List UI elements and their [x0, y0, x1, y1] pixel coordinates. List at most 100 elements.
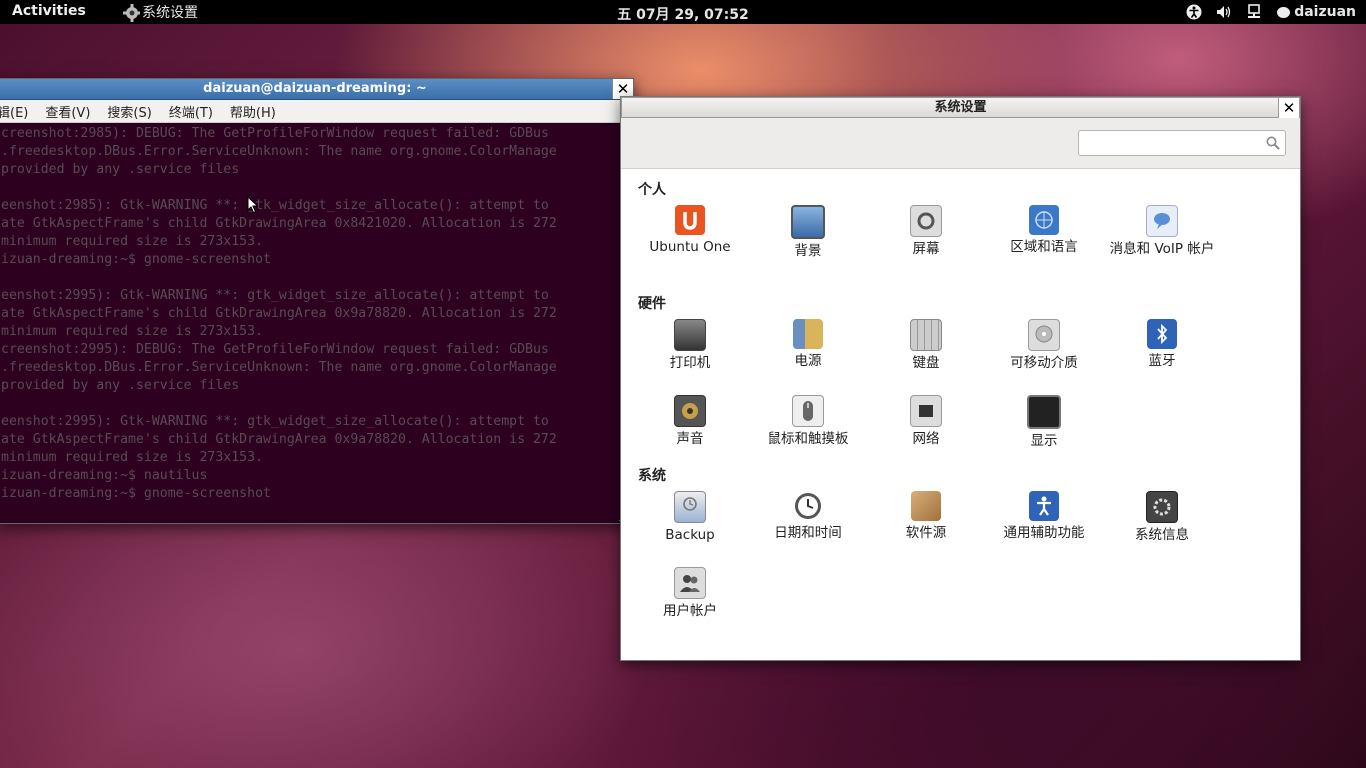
item-power[interactable]: 电源	[749, 319, 867, 370]
terminal-line: .freedesktop.DBus.Error.ServiceUnknown: …	[1, 360, 557, 375]
item-label: 电源	[794, 353, 822, 369]
item-date-time[interactable]: 日期和时间	[749, 491, 867, 542]
terminal-line: minimum required size is 273x153.	[1, 324, 264, 339]
terminal-line: .freedesktop.DBus.Error.ServiceUnknown: …	[1, 144, 557, 159]
settings-title: 系统设置	[934, 100, 987, 115]
terminal-line: ate GtkAspectFrame's child GtkDrawingAre…	[1, 216, 557, 231]
terminal-titlebar[interactable]: daizuan@daizuan-dreaming: ~ ✕	[0, 79, 633, 100]
app-menu-label: 系统设置	[142, 5, 198, 21]
item-label: 日期和时间	[774, 525, 842, 541]
menu-help[interactable]: 帮助(H)	[230, 102, 276, 121]
region-language-icon	[1029, 205, 1059, 235]
item-display[interactable]: 显示	[985, 395, 1103, 450]
item-ubuntu-one[interactable]: Ubuntu One	[631, 205, 749, 256]
section-hardware-title: 硬件	[638, 296, 666, 312]
item-label: 显示	[1030, 433, 1058, 449]
item-screen[interactable]: 屏幕	[867, 205, 985, 258]
menu-search[interactable]: 搜索(S)	[107, 102, 151, 121]
item-mouse-touchpad[interactable]: 鼠标和触摸板	[749, 395, 867, 448]
settings-close-button[interactable]: ✕	[1278, 97, 1300, 119]
search-input[interactable]	[1078, 130, 1286, 156]
terminal-line: izuan-dreaming:~$ gnome-screenshot	[1, 486, 271, 501]
item-network[interactable]: 网络	[867, 395, 985, 448]
settings-gear-icon	[123, 4, 140, 22]
item-region-language[interactable]: 区域和语言	[985, 205, 1103, 256]
terminal-window[interactable]: daizuan@daizuan-dreaming: ~ ✕ 辑(E) 查看(V)…	[0, 78, 634, 524]
item-label: 屏幕	[912, 241, 940, 257]
printer-icon	[674, 319, 706, 351]
item-label: 声音	[676, 431, 704, 447]
messaging-icon	[1146, 205, 1178, 237]
item-backup[interactable]: Backup	[631, 491, 749, 544]
settings-toolbar	[621, 118, 1300, 169]
user-name: daizuan	[1294, 4, 1356, 20]
software-sources-icon	[911, 491, 941, 521]
volume-icon[interactable]	[1209, 0, 1239, 24]
power-icon	[793, 319, 823, 349]
item-universal-access[interactable]: 通用辅助功能	[985, 491, 1103, 542]
item-keyboard[interactable]: 键盘	[867, 319, 985, 372]
keyboard-icon	[910, 319, 942, 351]
terminal-line: minimum required size is 273x153.	[1, 234, 264, 249]
section-system-title: 系统	[638, 468, 666, 484]
terminal-line: izuan-dreaming:~$ gnome-screenshot	[1, 252, 271, 267]
user-accounts-icon	[674, 567, 706, 599]
item-label: Ubuntu One	[649, 239, 731, 255]
clock[interactable]: 五 07月 29, 07:52	[617, 7, 748, 23]
item-software-sources[interactable]: 软件源	[867, 491, 985, 542]
item-label: 网络	[912, 431, 940, 447]
item-sound[interactable]: 声音	[631, 395, 749, 448]
item-printer[interactable]: 打印机	[631, 319, 749, 372]
terminal-line: ate GtkAspectFrame's child GtkDrawingAre…	[1, 306, 557, 321]
terminal-line: minimum required size is 273x153.	[1, 450, 264, 465]
terminal-line: eenshot:2985): Gtk-WARNING **: gtk_widge…	[1, 198, 549, 213]
network-icon[interactable]	[1239, 0, 1269, 24]
system-settings-window[interactable]: 系统设置 ✕ 个人 硬件 系统 Ubuntu One 背景 屏幕 区域和语言 消…	[620, 96, 1301, 661]
mouse-icon	[792, 395, 824, 427]
item-background[interactable]: 背景	[749, 205, 867, 260]
terminal-line: eenshot:2995): Gtk-WARNING **: gtk_widge…	[1, 414, 549, 429]
item-label: 可移动介质	[1010, 355, 1078, 371]
item-messaging-voip[interactable]: 消息和 VoIP 帐户	[1103, 205, 1221, 258]
item-removable-media[interactable]: 可移动介质	[985, 319, 1103, 372]
item-label: 系统信息	[1135, 527, 1189, 543]
user-menu[interactable]: daizuan	[1277, 4, 1356, 20]
bluetooth-icon	[1147, 319, 1177, 349]
universal-access-icon	[1029, 491, 1059, 521]
menu-terminal[interactable]: 终端(T)	[169, 102, 213, 121]
terminal-line: creenshot:2985): DEBUG: The GetProfileFo…	[1, 126, 549, 141]
terminal-title: daizuan@daizuan-dreaming: ~	[203, 81, 427, 96]
background-icon	[791, 205, 825, 239]
item-system-info[interactable]: 系统信息	[1103, 491, 1221, 544]
menu-edit[interactable]: 辑(E)	[0, 102, 28, 121]
item-label: 鼠标和触摸板	[767, 431, 849, 447]
screen-icon	[910, 205, 942, 237]
item-label: 软件源	[905, 525, 947, 541]
item-label: 蓝牙	[1148, 353, 1176, 369]
terminal-output[interactable]: creenshot:2985): DEBUG: The GetProfileFo…	[0, 123, 633, 521]
item-bluetooth[interactable]: 蓝牙	[1103, 319, 1221, 370]
mouse-cursor-icon	[247, 196, 259, 214]
activities-button[interactable]: Activities	[12, 3, 86, 19]
item-label: 键盘	[912, 355, 940, 371]
ubuntu-one-icon	[675, 205, 705, 235]
settings-titlebar[interactable]: 系统设置 ✕	[621, 97, 1300, 119]
app-menu[interactable]: 系统设置	[122, 0, 198, 24]
terminal-line: provided by any .service files	[1, 162, 240, 177]
item-user-accounts[interactable]: 用户帐户	[631, 567, 749, 620]
terminal-line: izuan-dreaming:~$ nautilus	[1, 468, 208, 483]
accessibility-icon[interactable]	[1179, 0, 1209, 24]
item-label: 通用辅助功能	[1003, 525, 1085, 541]
search-icon[interactable]	[1266, 136, 1280, 150]
sound-icon	[674, 395, 706, 427]
menu-view[interactable]: 查看(V)	[45, 102, 90, 121]
network-settings-icon	[910, 395, 942, 427]
item-label: 打印机	[669, 355, 711, 371]
item-label: Backup	[665, 527, 715, 543]
system-tray: daizuan	[1179, 0, 1356, 24]
clock-icon	[793, 491, 823, 521]
item-label: 区域和语言	[1010, 239, 1078, 255]
terminal-line: provided by any .service files	[1, 378, 240, 393]
section-personal-title: 个人	[638, 182, 666, 198]
